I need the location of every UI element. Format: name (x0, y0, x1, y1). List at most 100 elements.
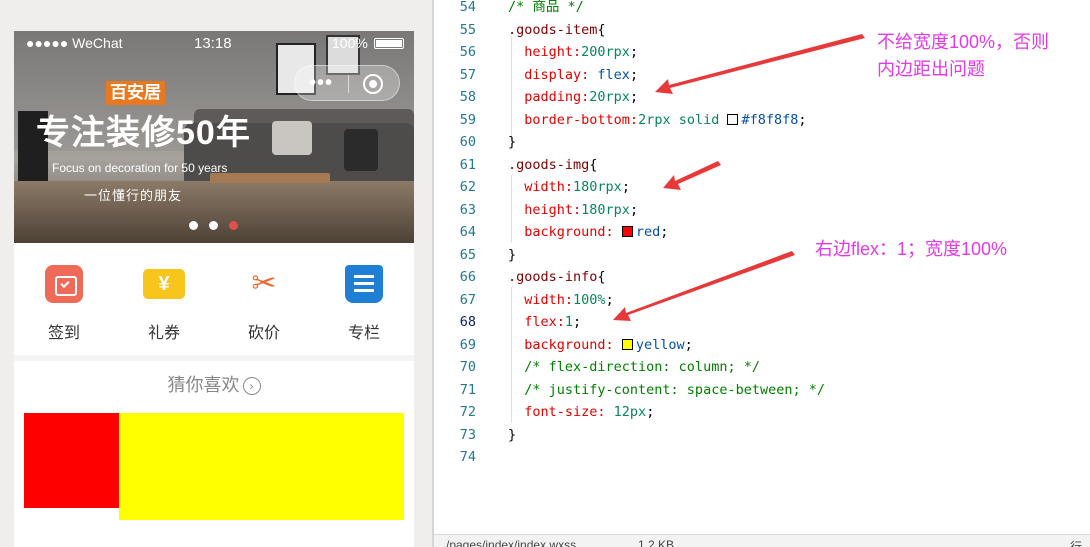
code-text: } (508, 424, 516, 446)
quick-entry-label: 砍价 (247, 325, 280, 342)
code-line[interactable]: 70 /* flex-direction: column; */ (434, 356, 1090, 379)
code-brace: } (508, 134, 517, 150)
code-line[interactable]: 61 .goods-img{ (434, 154, 1090, 177)
code-comment: /* 商品 */ (508, 0, 584, 15)
annotation-text: 内边距出问题 (877, 59, 985, 79)
code-comment: /* flex-direction: column; */ (508, 359, 760, 375)
css-value: red (635, 224, 661, 240)
color-swatch-icon[interactable] (621, 226, 633, 237)
column-list-icon (345, 265, 383, 303)
banner-pillow (344, 129, 378, 171)
css-property: font-size: (524, 404, 614, 420)
editor-status-bar: /pages/index/index.wxss 1.2 KB 行 6 (434, 534, 1090, 547)
code-semicolon: ; (646, 404, 655, 420)
goods-info (119, 413, 404, 520)
calendar-check-icon (45, 265, 83, 303)
swiper-indicator (189, 221, 249, 231)
code-line[interactable]: 60} (434, 131, 1090, 154)
code-semicolon: ; (684, 336, 693, 353)
code-semicolon: ; (621, 179, 630, 195)
line-number: 58 (459, 89, 476, 105)
banner-slogan-sub: 一位懂行的朋友 (84, 188, 183, 203)
goods-item[interactable] (24, 413, 404, 520)
code-line[interactable]: 71 /* justify-content: space-between; */ (434, 379, 1090, 402)
carrier-signal: ●●●●● WeChat (26, 35, 123, 51)
code-line[interactable]: 74 (434, 446, 1090, 469)
code-editor[interactable]: 54/* 商品 */55 .goods-item{56 height:200rpx… (434, 0, 1090, 547)
line-number: 59 (459, 111, 476, 128)
swiper-dot[interactable] (209, 221, 218, 230)
css-property: padding: (524, 89, 590, 105)
code-line[interactable]: 58 padding:20rpx; (434, 86, 1090, 109)
css-value: 1 (564, 314, 574, 330)
code-text: background: red; (508, 221, 668, 243)
code-semicolon: ; (798, 111, 807, 128)
code-text: .goods-item{ (508, 19, 606, 41)
css-selector: .goods-img (508, 156, 590, 173)
close-target-icon[interactable] (363, 74, 383, 94)
css-value: 180rpx (581, 201, 630, 218)
status-time: 13:18 (194, 35, 232, 52)
code-semicolon: ; (629, 201, 639, 218)
annotation-text: 不给宽度100%，否则 (877, 32, 1050, 52)
css-selector: .goods-item (508, 21, 598, 38)
line-number: 63 (459, 201, 476, 218)
css-selector: .goods-info (508, 269, 598, 285)
quick-entry-bargain[interactable]: ✂ 砍价 (214, 263, 314, 343)
status-bar: ●●●●● WeChat 13:18 100% (14, 31, 414, 55)
banner-pillow (272, 121, 312, 155)
guess-you-like-section: 猜你喜欢 › (14, 361, 414, 547)
quick-entry-label: 礼券 (147, 325, 180, 342)
swiper-dot[interactable] (189, 221, 198, 230)
more-dots-icon[interactable]: ••• (309, 72, 333, 95)
quick-entry-sign-in[interactable]: 签到 (14, 263, 114, 343)
banner-swiper[interactable]: ●●●●● WeChat 13:18 100% ••• 百安居 专注装修50年 … (14, 31, 414, 243)
quick-entry-coupon[interactable]: ¥ 礼券 (114, 263, 214, 343)
chevron-right-circle-icon: › (242, 377, 261, 395)
code-text: /* flex-direction: column; */ (508, 356, 760, 378)
code-line[interactable]: 73} (434, 424, 1090, 447)
color-swatch-icon[interactable] (727, 113, 739, 125)
line-number: 68 (459, 314, 476, 330)
color-swatch-icon[interactable] (621, 338, 633, 350)
code-semicolon: ; (629, 44, 639, 60)
code-text: height:180rpx; (508, 199, 638, 221)
code-text: } (508, 131, 516, 153)
line-number: 67 (459, 291, 476, 308)
code-line[interactable]: 59 border-bottom:2rpx solid #f8f8f8; (434, 109, 1090, 132)
banner-slogan-english: Focus on decoration for 50 years (52, 161, 228, 175)
code-line[interactable]: 66 .goods-info{ (434, 266, 1090, 289)
code-text: display: flex; (508, 64, 638, 86)
css-property: width: (524, 291, 574, 308)
quick-entry-bar: 签到 ¥ 礼券 ✂ 砍价 专栏 (14, 243, 414, 355)
code-line[interactable]: 69 background: yellow; (434, 334, 1090, 357)
code-line[interactable]: 62 width:180rpx; (434, 176, 1090, 199)
code-line[interactable]: 72 font-size: 12px; (434, 401, 1090, 424)
file-path[interactable]: /pages/index/index.wxss (446, 538, 576, 547)
code-line[interactable]: 68 flex:1; (434, 311, 1090, 334)
cursor-position[interactable]: 行 6 (1070, 538, 1090, 547)
code-line[interactable]: 67 width:100%; (434, 289, 1090, 312)
css-value: yellow (635, 336, 685, 353)
code-line[interactable]: 54 /* 商品 */ (434, 0, 1090, 19)
code-brace: } (508, 426, 517, 443)
line-number: 70 (459, 359, 476, 375)
line-number: 54 (459, 0, 476, 15)
code-brace: { (597, 269, 606, 285)
mini-program-capsule[interactable]: ••• (294, 65, 400, 101)
quick-entry-column[interactable]: 专栏 (314, 263, 414, 343)
css-property: height: (524, 201, 582, 218)
code-text: padding:20rpx; (508, 86, 638, 108)
code-line[interactable]: 63 height:180rpx; (434, 199, 1090, 222)
phone-screen: ●●●●● WeChat 13:18 100% ••• 百安居 专注装修50年 … (14, 31, 414, 547)
css-value: #f8f8f8 (741, 111, 799, 128)
line-number: 69 (459, 336, 476, 353)
section-title[interactable]: 猜你喜欢 › (14, 371, 414, 397)
swiper-dot-active[interactable] (229, 221, 238, 230)
css-value: 180rpx (573, 179, 622, 195)
